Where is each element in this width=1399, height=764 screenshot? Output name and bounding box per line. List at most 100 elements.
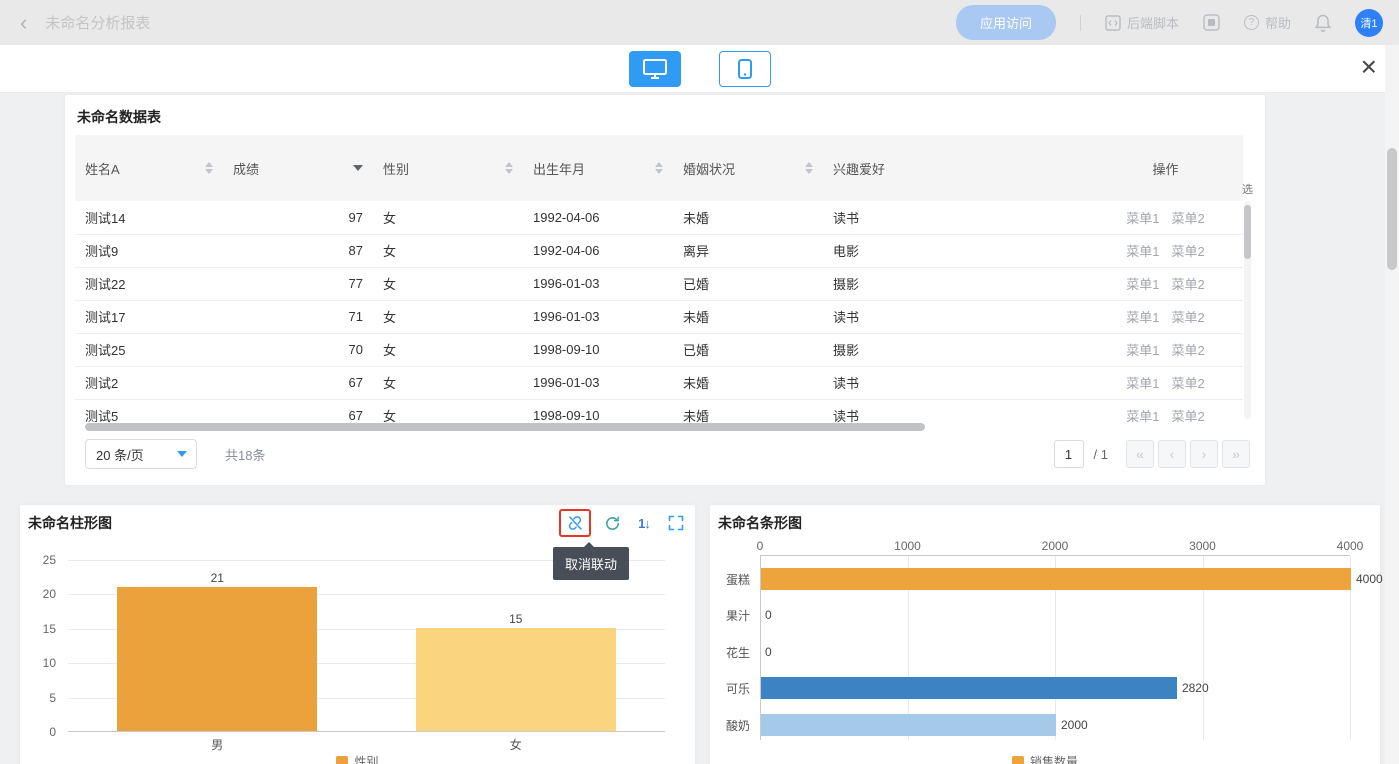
column-header[interactable]: 性别: [373, 135, 523, 201]
x-tick-label: 2000: [1042, 539, 1069, 553]
sort-carets-icon[interactable]: [505, 162, 513, 174]
table-cell: 女: [373, 333, 523, 366]
column-header[interactable]: 成绩: [223, 135, 373, 201]
column-label: 兴趣爱好: [833, 159, 885, 178]
table-cell: 1996-01-03: [523, 267, 673, 300]
header-left: ‹ 未命名分析报表: [16, 12, 150, 34]
actions-cell: 菜单1 菜单2: [1088, 267, 1243, 300]
action-link[interactable]: 菜单2: [1172, 211, 1205, 226]
bar-value-label: 0: [765, 645, 772, 659]
action-link[interactable]: 菜单1: [1126, 409, 1159, 424]
sort-carets-icon[interactable]: [805, 162, 813, 174]
table-cell: 测试5: [75, 399, 223, 425]
monitor-icon: [643, 59, 667, 79]
last-page-button[interactable]: »: [1222, 440, 1250, 468]
table-row: 测试2570女1998-09-10已婚摄影菜单1菜单2: [75, 333, 1243, 366]
table-cell: 摄影: [823, 267, 1088, 300]
content-area: 未命名数据表 姓名A成绩性别出生年月婚姻状况兴趣爱好操作 测试1497女1992…: [0, 93, 1399, 764]
close-icon[interactable]: ×: [1361, 53, 1377, 81]
table-header-row: 姓名A成绩性别出生年月婚姻状况兴趣爱好操作: [75, 135, 1243, 201]
actions-cell: 菜单1 菜单2: [1088, 399, 1243, 425]
fullscreen-icon[interactable]: [665, 512, 687, 534]
help-button[interactable]: ? 帮助: [1244, 13, 1291, 32]
legend-label: 性别: [354, 753, 378, 764]
action-link[interactable]: 菜单2: [1172, 310, 1205, 325]
action-link[interactable]: 菜单1: [1126, 376, 1159, 391]
page-size-select[interactable]: 20 条/页: [85, 439, 197, 469]
bar-value-label: 21: [187, 571, 247, 585]
backend-script-button[interactable]: 后端脚本: [1105, 13, 1179, 32]
total-pages-label: / 1: [1094, 447, 1108, 462]
action-link[interactable]: 菜单1: [1126, 244, 1159, 259]
sort-carets-icon[interactable]: [655, 162, 663, 174]
x-tick-label: 3000: [1189, 539, 1216, 553]
prev-page-button[interactable]: ‹: [1158, 440, 1186, 468]
refresh-icon[interactable]: [601, 512, 623, 534]
cancel-linkage-icon[interactable]: [564, 512, 586, 534]
action-link[interactable]: 菜单2: [1172, 244, 1205, 259]
data-table-card: 未命名数据表 姓名A成绩性别出生年月婚姻状况兴趣爱好操作 测试1497女1992…: [65, 95, 1265, 485]
x-tick-label: 4000: [1337, 539, 1364, 553]
table-cell: 已婚: [673, 267, 823, 300]
table-cell: 77: [223, 267, 373, 300]
column-header[interactable]: 婚姻状况: [673, 135, 823, 201]
table-cell: 测试14: [75, 201, 223, 234]
question-icon: ?: [1244, 15, 1259, 30]
table-wrap: 姓名A成绩性别出生年月婚姻状况兴趣爱好操作 测试1497女1992-04-06未…: [75, 135, 1255, 425]
mobile-view-button[interactable]: [719, 51, 771, 87]
action-link[interactable]: 菜单1: [1126, 277, 1159, 292]
bar-chart-legend[interactable]: 性别: [20, 753, 695, 764]
category-label: 花生: [710, 644, 750, 661]
page-scrollbar-thumb[interactable]: [1387, 148, 1397, 270]
table-cell: 女: [373, 234, 523, 267]
hbar-chart-title: 未命名条形图: [718, 513, 802, 533]
top-header: ‹ 未命名分析报表 应用访问 后端脚本 ? 帮助: [0, 0, 1399, 45]
next-page-button[interactable]: ›: [1190, 440, 1218, 468]
hbar-chart-plot: 40000028202000: [760, 555, 1350, 740]
first-page-button[interactable]: «: [1126, 440, 1154, 468]
table-row: 测试1771女1996-01-03未婚读书菜单1菜单2: [75, 300, 1243, 333]
action-link[interactable]: 菜单2: [1172, 277, 1205, 292]
partial-column-label: 选: [1242, 181, 1253, 197]
actions-cell: 菜单1 菜单2: [1088, 300, 1243, 333]
legend-swatch: [1012, 756, 1024, 764]
table-card-title: 未命名数据表: [77, 107, 161, 127]
table-cell: 1996-01-03: [523, 366, 673, 399]
hbar-chart-legend[interactable]: 销售数量: [710, 753, 1380, 764]
table-cell: 读书: [823, 399, 1088, 425]
bar-酸奶[interactable]: [761, 714, 1056, 736]
app-access-button[interactable]: 应用访问: [956, 5, 1056, 40]
bar-男[interactable]: [117, 587, 317, 731]
back-icon[interactable]: ‹: [16, 12, 31, 34]
action-link[interactable]: 菜单1: [1126, 211, 1159, 226]
notification-button[interactable]: [1315, 14, 1331, 32]
action-link[interactable]: 菜单1: [1126, 343, 1159, 358]
data-table: 姓名A成绩性别出生年月婚姻状况兴趣爱好操作 测试1497女1992-04-06未…: [75, 135, 1243, 425]
bar-chart-title: 未命名柱形图: [28, 513, 112, 533]
category-label: 可乐: [710, 680, 750, 697]
current-page-input[interactable]: 1: [1054, 440, 1084, 468]
action-link[interactable]: 菜单2: [1172, 376, 1205, 391]
action-link[interactable]: 菜单2: [1172, 343, 1205, 358]
table-cell: 测试22: [75, 267, 223, 300]
bar-chart-card: 未命名柱形图: [20, 505, 695, 764]
value-sort-icon[interactable]: 1↓: [633, 512, 655, 534]
desktop-view-button[interactable]: [629, 51, 681, 87]
bar-可乐[interactable]: [761, 677, 1177, 699]
table-vertical-scrollbar-thumb[interactable]: [1244, 205, 1251, 259]
horizontal-scrollbar[interactable]: [85, 423, 925, 431]
bar-value-label: 15: [486, 612, 546, 626]
table-cell: 67: [223, 399, 373, 425]
bar-蛋糕[interactable]: [761, 568, 1351, 590]
bar-女[interactable]: [416, 628, 616, 731]
sort-carets-icon[interactable]: [205, 162, 213, 174]
sort-desc-icon[interactable]: [353, 165, 363, 171]
action-link[interactable]: 菜单1: [1126, 310, 1159, 325]
avatar[interactable]: 清1: [1355, 9, 1383, 37]
divider: [1080, 15, 1081, 31]
column-header[interactable]: 姓名A: [75, 135, 223, 201]
column-header[interactable]: 出生年月: [523, 135, 673, 201]
action-link[interactable]: 菜单2: [1172, 409, 1205, 424]
app-square-button[interactable]: [1203, 14, 1220, 31]
y-axis-labels: 0510152025: [20, 560, 62, 732]
